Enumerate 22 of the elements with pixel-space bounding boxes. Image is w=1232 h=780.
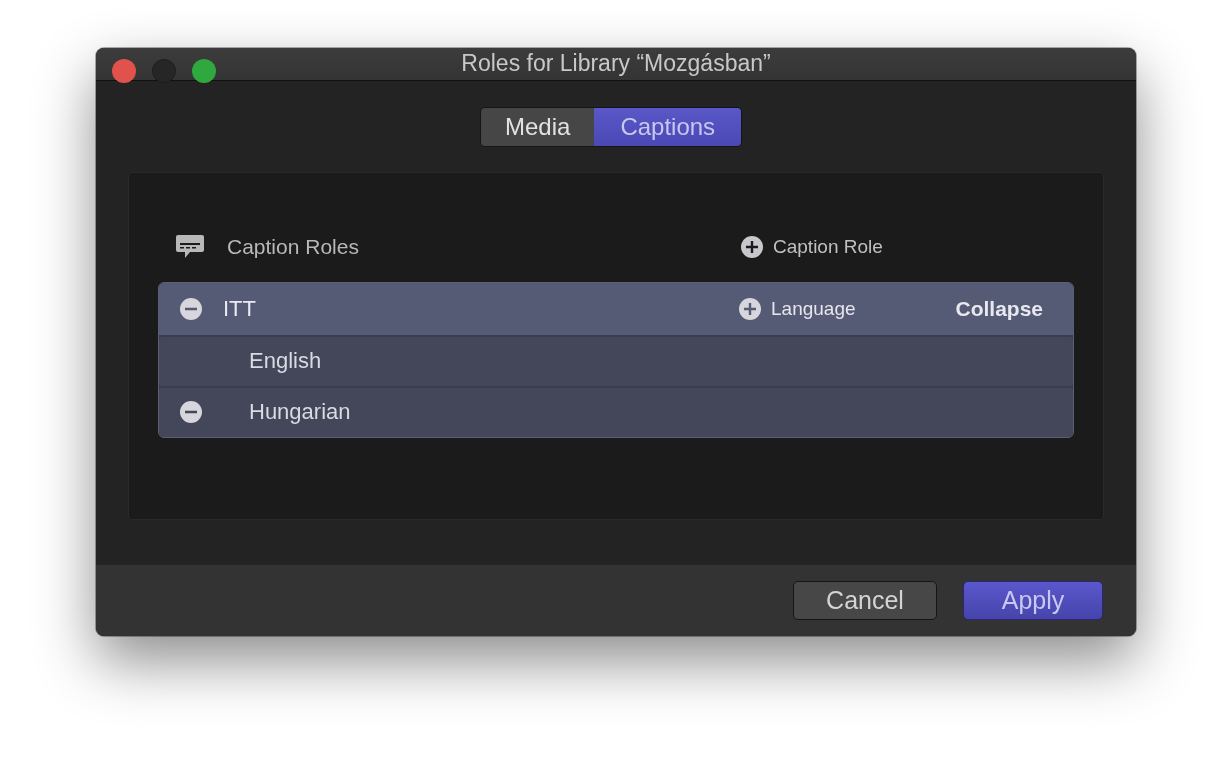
collapse-button[interactable]: Collapse [955, 296, 1043, 321]
add-language-button[interactable]: Language [739, 297, 856, 320]
remove-icon[interactable] [180, 401, 202, 424]
caption-icon [175, 233, 205, 260]
add-caption-role-button[interactable]: Caption Role [741, 235, 883, 258]
language-row[interactable]: English [159, 336, 1073, 386]
role-row[interactable]: ITT Language Collapse [159, 282, 1073, 335]
apply-button[interactable]: Apply [963, 580, 1103, 620]
close-button[interactable] [112, 59, 136, 83]
tab[interactable]: Media [481, 107, 595, 146]
cancel-button[interactable]: Cancel [793, 580, 937, 620]
language-name: English [249, 348, 322, 375]
plus-icon [741, 235, 763, 258]
window-title: Roles for Library “Mozgásban” [461, 50, 771, 78]
plus-icon [739, 297, 761, 320]
remove-icon[interactable] [180, 297, 202, 320]
language-name: Hungarian [249, 399, 351, 426]
section-title: Caption Roles [227, 234, 360, 259]
tab[interactable]: Captions [594, 107, 742, 146]
zoom-button[interactable] [192, 59, 216, 83]
language-row[interactable]: Hungarian [159, 387, 1073, 437]
role-name: ITT [223, 295, 257, 322]
